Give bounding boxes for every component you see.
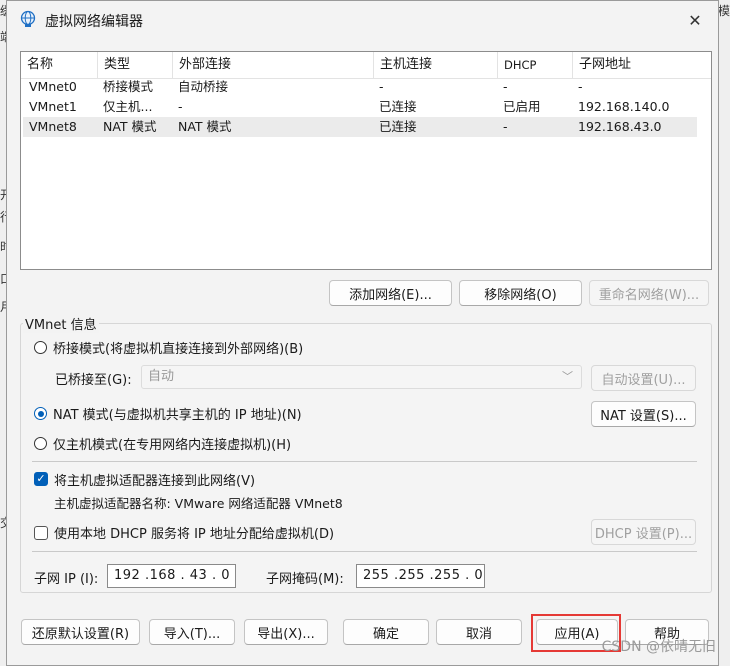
cell-subnet: 192.168.43.0 bbox=[578, 119, 662, 134]
cell-external: NAT 模式 bbox=[178, 119, 232, 134]
dhcp-checkbox[interactable] bbox=[34, 526, 48, 540]
bridged-to-select[interactable]: 自动 ﹀ bbox=[141, 365, 582, 389]
checkmark-icon: ✓ bbox=[36, 472, 46, 485]
divider bbox=[32, 551, 697, 552]
column-header-external[interactable]: 外部连接 bbox=[172, 52, 373, 78]
nat-mode-radio[interactable] bbox=[34, 407, 47, 420]
cell-name: VMnet0 bbox=[29, 79, 77, 94]
import-button[interactable]: 导入(T)... bbox=[149, 619, 235, 645]
table-row[interactable]: VMnet1 仅主机... - 已连接 已启用 192.168.140.0 bbox=[23, 97, 697, 117]
network-globe-icon bbox=[20, 10, 36, 27]
title-bar: 虚拟网络编辑器 ✕ bbox=[7, 1, 718, 39]
connect-adapter-label[interactable]: 将主机虚拟适配器连接到此网络(V) bbox=[54, 470, 255, 489]
column-header-name[interactable]: 名称 bbox=[21, 52, 97, 78]
remove-network-button[interactable]: 移除网络(O) bbox=[459, 280, 582, 306]
table-row-selected[interactable]: VMnet8 NAT 模式 NAT 模式 已连接 - 192.168.43.0 bbox=[23, 117, 697, 137]
cell-dhcp: - bbox=[503, 119, 508, 134]
cell-dhcp: - bbox=[503, 79, 508, 94]
vmnet-info-label: VMnet 信息 bbox=[23, 314, 99, 333]
background-right-strip: 模 bbox=[718, 0, 730, 666]
cell-external: - bbox=[178, 99, 183, 114]
ok-button[interactable]: 确定 bbox=[343, 619, 429, 645]
rename-network-button[interactable]: 重命名网络(W)... bbox=[589, 280, 709, 306]
watermark: CSDN @依晴无旧 bbox=[601, 639, 716, 655]
cancel-button[interactable]: 取消 bbox=[436, 619, 522, 645]
virtual-network-editor-dialog: 虚拟网络编辑器 ✕ 名称 类型 外部连接 主机连接 DHCP 子网地址 VMne… bbox=[6, 0, 719, 666]
auto-settings-button[interactable]: 自动设置(U)... bbox=[591, 365, 696, 391]
cell-host: 已连接 bbox=[379, 119, 417, 134]
connect-adapter-checkbox[interactable]: ✓ bbox=[34, 472, 48, 486]
close-button[interactable]: ✕ bbox=[672, 1, 718, 39]
cell-subnet: - bbox=[578, 79, 583, 94]
column-header-subnet[interactable]: 子网地址 bbox=[572, 52, 711, 78]
cell-type: 桥接模式 bbox=[103, 79, 154, 94]
cell-name: VMnet1 bbox=[29, 99, 77, 114]
bridge-mode-radio[interactable] bbox=[34, 341, 47, 354]
restore-defaults-button[interactable]: 还原默认设置(R) bbox=[21, 619, 140, 645]
chevron-down-icon: ﹀ bbox=[562, 370, 573, 383]
bridged-to-label: 已桥接至(G): bbox=[55, 373, 132, 388]
subnet-ip-field[interactable]: 192 .168 . 43 . 0 bbox=[107, 564, 236, 588]
network-list-header: 名称 类型 外部连接 主机连接 DHCP 子网地址 bbox=[21, 52, 711, 79]
subnet-ip-label: 子网 IP (I): bbox=[34, 572, 99, 587]
table-row[interactable]: VMnet0 桥接模式 自动桥接 - - - bbox=[23, 77, 697, 97]
adapter-name-text: 主机虚拟适配器名称: VMware 网络适配器 VMnet8 bbox=[54, 496, 343, 511]
subnet-mask-field[interactable]: 255 .255 .255 . 0 bbox=[356, 564, 485, 588]
add-network-button[interactable]: 添加网络(E)... bbox=[329, 280, 452, 306]
cell-host: - bbox=[379, 79, 384, 94]
column-header-dhcp[interactable]: DHCP bbox=[497, 52, 572, 78]
dhcp-label[interactable]: 使用本地 DHCP 服务将 IP 地址分配给虚拟机(D) bbox=[54, 523, 334, 542]
close-icon: ✕ bbox=[688, 10, 702, 30]
cell-type: 仅主机... bbox=[103, 99, 153, 114]
dhcp-settings-button[interactable]: DHCP 设置(P)... bbox=[591, 519, 696, 545]
column-header-type[interactable]: 类型 bbox=[97, 52, 172, 78]
background-text: 模 bbox=[718, 4, 730, 18]
cell-external: 自动桥接 bbox=[178, 79, 229, 94]
bridged-to-value: 自动 bbox=[148, 369, 175, 384]
network-list[interactable]: 名称 类型 外部连接 主机连接 DHCP 子网地址 VMnet0 桥接模式 自动… bbox=[20, 51, 712, 270]
cell-subnet: 192.168.140.0 bbox=[578, 99, 670, 114]
cell-name: VMnet8 bbox=[29, 119, 77, 134]
host-only-label[interactable]: 仅主机模式(在专用网络内连接虚拟机)(H) bbox=[53, 434, 291, 453]
nat-settings-button[interactable]: NAT 设置(S)... bbox=[591, 401, 696, 427]
bridge-mode-label[interactable]: 桥接模式(将虚拟机直接连接到外部网络)(B) bbox=[53, 338, 303, 357]
vmnet-info-group bbox=[20, 323, 712, 593]
column-header-host[interactable]: 主机连接 bbox=[373, 52, 497, 78]
subnet-mask-label: 子网掩码(M): bbox=[266, 572, 344, 587]
cell-host: 已连接 bbox=[379, 99, 417, 114]
divider bbox=[32, 461, 697, 462]
export-button[interactable]: 导出(X)... bbox=[244, 619, 328, 645]
cell-type: NAT 模式 bbox=[103, 119, 157, 134]
nat-mode-label[interactable]: NAT 模式(与虚拟机共享主机的 IP 地址)(N) bbox=[53, 404, 302, 423]
cell-dhcp: 已启用 bbox=[503, 99, 541, 114]
host-only-radio[interactable] bbox=[34, 437, 47, 450]
window-title: 虚拟网络编辑器 bbox=[45, 14, 143, 30]
